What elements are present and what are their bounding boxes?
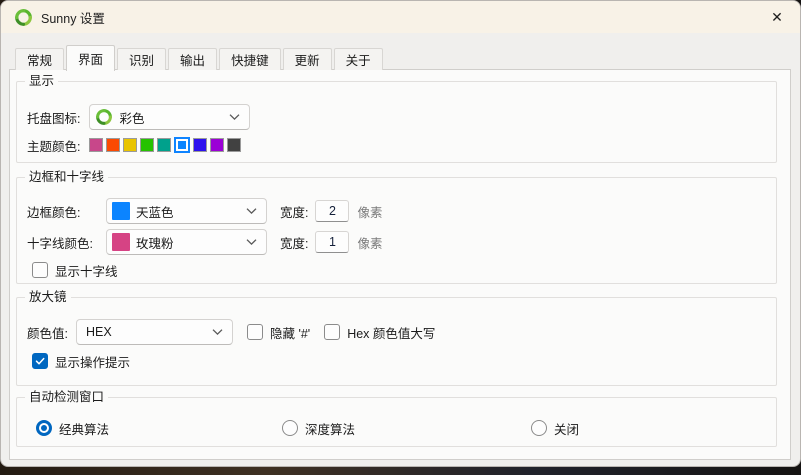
auto-detect-group: 自动检测窗口 经典算法 深度算法 关闭 (16, 397, 777, 447)
crosshair-color-chip (112, 233, 130, 251)
theme-swatch-azure-selected[interactable] (174, 137, 190, 153)
crosshair-color-label: 十字线颜色: (27, 233, 106, 252)
crosshair-color-value: 玫瑰粉 (136, 233, 174, 252)
tray-icon-label: 托盘图标: (27, 108, 80, 127)
tray-icon-value: 彩色 (119, 108, 144, 127)
border-width-unit: 像素 (357, 202, 382, 221)
tab-hotkeys[interactable]: 快捷键 (219, 48, 281, 70)
display-group: 显示 托盘图标: 彩色 (16, 81, 777, 163)
tray-colorful-icon (96, 109, 113, 126)
show-crosshair-label: 显示十字线 (55, 261, 118, 280)
crosshair-color-select[interactable]: 玫瑰粉 (106, 229, 267, 255)
crosshair-width-input[interactable] (315, 231, 349, 253)
tab-output[interactable]: 输出 (168, 48, 217, 70)
deep-algorithm-radio[interactable] (282, 420, 298, 436)
off-radio[interactable] (531, 420, 547, 436)
display-group-title: 显示 (25, 74, 58, 89)
border-color-chip (112, 202, 130, 220)
chevron-down-icon (246, 239, 257, 246)
hide-hash-label: 隐藏 '#' (270, 323, 310, 342)
crosshair-width-label: 宽度: (280, 233, 308, 252)
tab-about[interactable]: 关于 (334, 48, 383, 70)
sunny-logo-icon (15, 9, 32, 26)
hex-uppercase-checkbox[interactable] (324, 324, 340, 340)
tab-update[interactable]: 更新 (283, 48, 332, 70)
title-bar: Sunny 设置 ✕ (1, 1, 800, 33)
chevron-down-icon (246, 208, 257, 215)
theme-swatch-purple[interactable] (210, 138, 224, 152)
classic-algorithm-radio[interactable] (36, 420, 52, 436)
deep-algorithm-label: 深度算法 (305, 419, 355, 438)
theme-color-label: 主题颜色: (27, 136, 80, 155)
show-tips-label: 显示操作提示 (55, 352, 130, 371)
border-color-label: 边框颜色: (27, 202, 106, 221)
tab-recognition[interactable]: 识别 (117, 48, 166, 70)
border-group-title: 边框和十字线 (25, 170, 108, 185)
theme-color-swatches (89, 138, 244, 153)
tab-general[interactable]: 常规 (15, 48, 64, 70)
auto-detect-group-title: 自动检测窗口 (25, 390, 108, 405)
close-button[interactable]: ✕ (754, 1, 800, 33)
border-color-select[interactable]: 天蓝色 (106, 198, 267, 224)
magnifier-group-title: 放大镜 (25, 290, 71, 305)
show-crosshair-checkbox[interactable] (32, 262, 48, 278)
theme-swatch-pink[interactable] (89, 138, 103, 152)
theme-swatch-teal[interactable] (157, 138, 171, 152)
hex-uppercase-label: Hex 颜色值大写 (347, 323, 435, 342)
border-color-value: 天蓝色 (136, 202, 174, 221)
hide-hash-checkbox[interactable] (247, 324, 263, 340)
chevron-down-icon (229, 114, 240, 121)
chevron-down-icon (212, 329, 223, 336)
theme-swatch-orange[interactable] (106, 138, 120, 152)
classic-algorithm-label: 经典算法 (59, 419, 109, 438)
theme-swatch-blue[interactable] (193, 138, 207, 152)
off-label: 关闭 (554, 419, 579, 438)
tray-icon-select[interactable]: 彩色 (89, 104, 250, 130)
color-format-value: HEX (86, 325, 112, 339)
border-width-label: 宽度: (280, 202, 308, 221)
theme-swatch-green[interactable] (140, 138, 154, 152)
border-width-input[interactable] (315, 200, 349, 222)
interface-tab-page: 显示 托盘图标: 彩色 (9, 69, 791, 460)
show-tips-checkbox[interactable] (32, 353, 48, 369)
tab-strip: 常规 界面 识别 输出 快捷键 更新 关于 (15, 45, 385, 70)
magnifier-group: 放大镜 颜色值: HEX 隐藏 '#' Hex 颜色值大写 显示操作提示 (16, 297, 777, 386)
theme-swatch-gold[interactable] (123, 138, 137, 152)
color-format-select[interactable]: HEX (76, 319, 233, 345)
crosshair-width-unit: 像素 (357, 233, 382, 252)
theme-swatch-darkgray[interactable] (227, 138, 241, 152)
border-crosshair-group: 边框和十字线 边框颜色: 天蓝色 宽度: 像素 十字线颜色: 玫瑰粉 (16, 177, 777, 284)
settings-window: Sunny 设置 ✕ 常规 界面 识别 输出 快捷键 更新 关于 显示 托盘图标… (0, 0, 801, 467)
check-icon (34, 355, 46, 367)
color-value-label: 颜色值: (27, 323, 68, 342)
window-title: Sunny 设置 (41, 8, 105, 27)
tab-interface[interactable]: 界面 (66, 45, 115, 71)
